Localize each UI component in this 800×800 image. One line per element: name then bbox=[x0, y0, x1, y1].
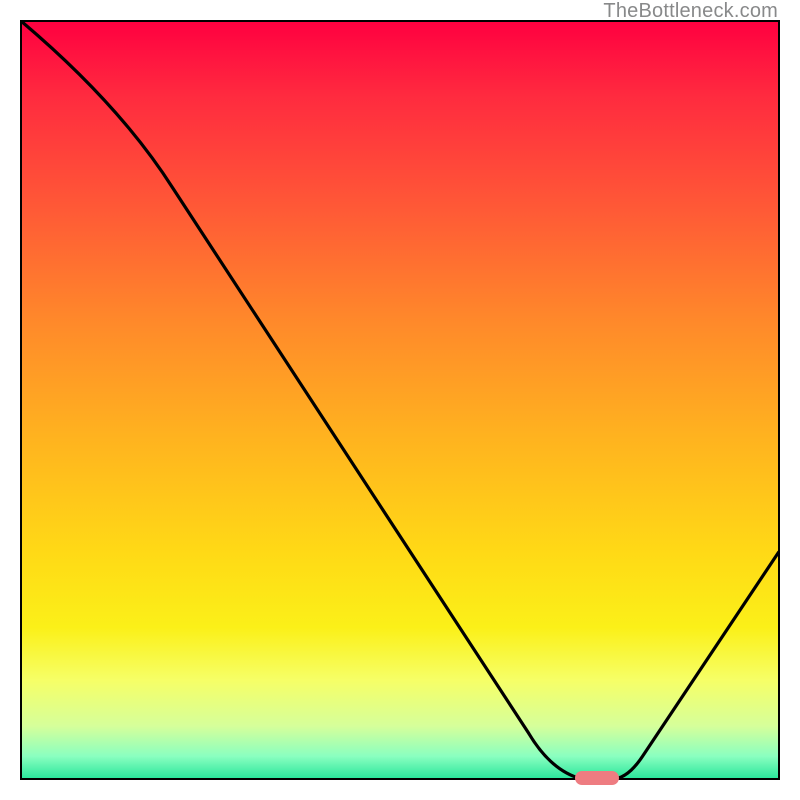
watermark-text: TheBottleneck.com bbox=[603, 0, 778, 23]
optimum-marker bbox=[575, 771, 619, 785]
chart-container: TheBottleneck.com bbox=[0, 0, 800, 800]
plot-background-gradient bbox=[21, 21, 779, 779]
